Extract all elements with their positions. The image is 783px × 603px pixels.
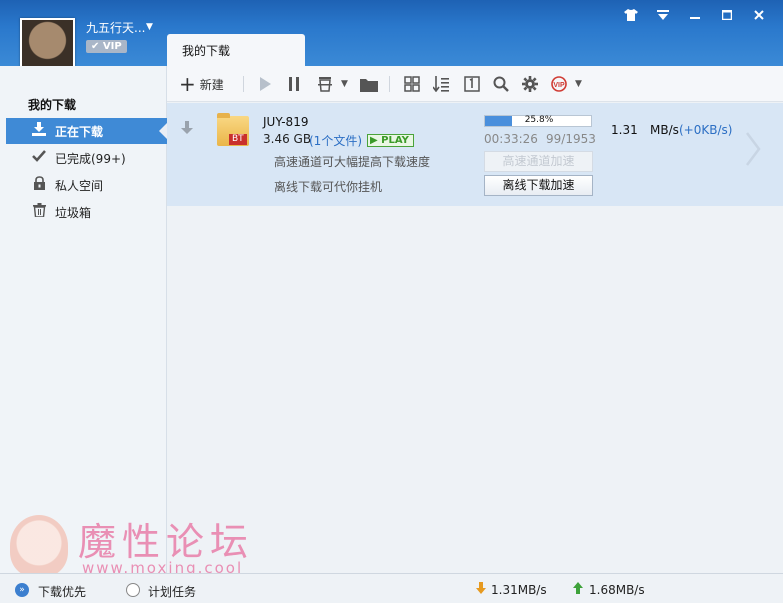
toolbar-divider bbox=[389, 76, 390, 92]
pieces-count: 99/1953 bbox=[546, 132, 596, 146]
skin-icon[interactable] bbox=[615, 4, 647, 26]
trash-icon bbox=[31, 203, 47, 221]
sidebar-item-trash[interactable]: 垃圾箱 bbox=[6, 199, 167, 225]
high-speed-button[interactable]: 高速通道加速 bbox=[484, 151, 593, 172]
vip-badge[interactable]: ✔ VIP bbox=[86, 40, 127, 53]
menu-dropdown-icon[interactable] bbox=[647, 4, 679, 26]
sidebar: 我的下载 正在下载 已完成(99+) 私人空间 垃圾箱 bbox=[0, 66, 167, 573]
lock-icon bbox=[31, 176, 47, 194]
minimize-icon[interactable] bbox=[679, 4, 711, 26]
tab-my-downloads[interactable]: 我的下载 bbox=[167, 34, 305, 66]
total-download-speed: 1.31MB/s bbox=[491, 583, 547, 597]
sidebar-heading: 我的下载 bbox=[28, 98, 77, 112]
check-icon bbox=[31, 150, 47, 166]
close-icon[interactable] bbox=[743, 4, 775, 26]
bt-badge: BT bbox=[229, 134, 247, 145]
clock-icon[interactable] bbox=[126, 583, 140, 597]
new-task-button[interactable]: + 新建 bbox=[179, 74, 224, 94]
task-name: JUY-819 bbox=[263, 115, 309, 129]
username[interactable]: 九五行天... bbox=[86, 19, 145, 36]
scheduled-tasks-label[interactable]: 计划任务 bbox=[148, 583, 196, 600]
vip-tool-icon[interactable]: VIP bbox=[550, 74, 568, 94]
app-window: 九五行天... ▼ ✔ VIP 我的下载 我的下载 正在下载 已完成(99+) … bbox=[0, 0, 783, 603]
chevron-right-icon[interactable] bbox=[745, 131, 761, 175]
play-label: PLAY bbox=[381, 135, 409, 146]
task-row[interactable]: BT JUY-819 3.46 GB (1个文件) ▶ PLAY 高速通道可大幅… bbox=[167, 103, 783, 206]
download-icon bbox=[31, 122, 47, 140]
download-priority-icon[interactable]: » bbox=[15, 583, 29, 597]
vip-badge-label: VIP bbox=[102, 41, 122, 52]
maximize-icon[interactable] bbox=[711, 4, 743, 26]
svg-text:VIP: VIP bbox=[553, 82, 565, 89]
pause-icon[interactable] bbox=[288, 74, 300, 94]
gear-icon[interactable] bbox=[522, 74, 538, 94]
sidebar-item-downloading[interactable]: 正在下载 bbox=[6, 118, 167, 144]
task-files-link[interactable]: (1个文件) bbox=[309, 132, 362, 149]
elapsed-time: 00:33:26 bbox=[484, 132, 538, 146]
toolbar-divider bbox=[243, 76, 244, 92]
download-list: BT JUY-819 3.46 GB (1个文件) ▶ PLAY 高速通道可大幅… bbox=[167, 102, 783, 573]
sidebar-item-label: 已完成(99+) bbox=[55, 151, 126, 166]
progress-text: 25.8% bbox=[524, 115, 554, 125]
sidebar-item-label: 垃圾箱 bbox=[55, 205, 92, 220]
offline-download-button[interactable]: 离线下载加速 bbox=[484, 175, 593, 196]
download-speed-icon bbox=[476, 582, 486, 597]
status-bar: » 下载优先 计划任务 1.31MB/s 1.68MB/s bbox=[0, 573, 783, 603]
progress-bar: 25.8% bbox=[484, 115, 592, 127]
vip-dropdown-icon[interactable]: ▼ bbox=[575, 74, 582, 94]
search-icon[interactable] bbox=[493, 74, 509, 94]
toolbar: + 新建 ▼ VIP ▼ bbox=[167, 66, 783, 102]
start-icon[interactable] bbox=[259, 74, 271, 94]
download-priority-label[interactable]: 下载优先 bbox=[38, 583, 86, 600]
plus-icon: + bbox=[179, 72, 196, 96]
girl-face-icon bbox=[10, 515, 68, 577]
sidebar-item-private-space[interactable]: 私人空间 bbox=[6, 172, 167, 198]
task-size: 3.46 GB bbox=[263, 132, 312, 146]
total-upload-speed: 1.68MB/s bbox=[589, 583, 645, 597]
delete-dropdown-icon[interactable]: ▼ bbox=[341, 74, 348, 94]
folder-icon[interactable] bbox=[360, 74, 378, 94]
sidebar-item-completed[interactable]: 已完成(99+) bbox=[6, 145, 167, 171]
offline-hint: 离线下载可代你挂机 bbox=[274, 180, 383, 194]
high-speed-hint: 高速通道可大幅提高下载速度 bbox=[274, 155, 431, 169]
sort-icon[interactable] bbox=[433, 74, 449, 94]
details-icon[interactable] bbox=[464, 74, 480, 94]
download-arrow-icon bbox=[181, 121, 193, 139]
sidebar-item-label: 私人空间 bbox=[55, 178, 104, 193]
window-controls bbox=[615, 4, 775, 26]
speed-unit: MB/s bbox=[650, 123, 679, 137]
delete-icon[interactable] bbox=[317, 74, 333, 94]
new-task-label: 新建 bbox=[199, 77, 224, 92]
watermark-title: 魔性论坛 bbox=[78, 520, 255, 564]
title-bar: 九五行天... ▼ ✔ VIP bbox=[0, 0, 783, 73]
sidebar-item-label: 正在下载 bbox=[55, 124, 104, 139]
play-button[interactable]: ▶ PLAY bbox=[367, 134, 414, 147]
avatar[interactable] bbox=[20, 18, 75, 73]
user-menu-caret-icon[interactable]: ▼ bbox=[146, 22, 153, 32]
download-speed: 1.31 bbox=[611, 123, 638, 137]
grid-view-icon[interactable] bbox=[404, 74, 420, 94]
upload-speed-icon bbox=[573, 582, 583, 597]
speed-boost: (+0KB/s) bbox=[679, 123, 733, 137]
forum-watermark: 魔性论坛 www.moxing.cool bbox=[10, 515, 290, 577]
